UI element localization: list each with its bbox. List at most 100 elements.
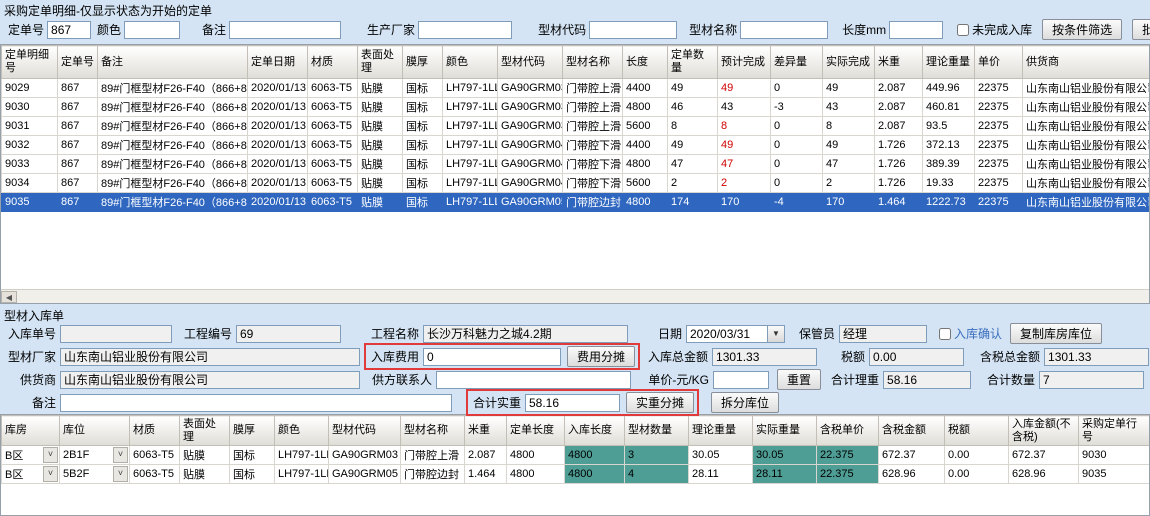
order-col-header-12[interactable]: 预计完成 <box>718 46 771 79</box>
grid-cell[interactable]: LH797-1LL0 <box>443 79 498 98</box>
dropdown-arrow-icon[interactable]: ˅ <box>43 466 58 482</box>
grid-cell[interactable]: 89#门框型材F26-F40（866+867） <box>98 117 248 136</box>
grid-cell[interactable]: 47 <box>718 155 771 174</box>
grid-cell[interactable]: 4400 <box>623 136 668 155</box>
grid-cell[interactable]: 贴膜 <box>180 465 230 484</box>
grid-cell[interactable]: LH797-1LL0 <box>443 174 498 193</box>
grid-cell[interactable]: 贴膜 <box>180 446 230 465</box>
inbound-no-input[interactable] <box>60 325 172 343</box>
inbound-col-header-9[interactable]: 定单长度 <box>507 416 565 446</box>
grid-cell[interactable]: 89#门框型材F26-F40（866+867） <box>98 174 248 193</box>
profile-maker-input[interactable] <box>60 348 360 366</box>
grid-cell[interactable]: 49 <box>718 79 771 98</box>
grid-cell[interactable]: 4800 <box>623 155 668 174</box>
grid-cell[interactable]: 门带腔上滑 <box>563 98 623 117</box>
order-col-header-5[interactable]: 表面处理 <box>358 46 403 79</box>
inbound-fee-input[interactable] <box>423 348 561 366</box>
order-row[interactable]: 903386789#门框型材F26-F40（866+867）2020/01/13… <box>2 155 1150 174</box>
dropdown-arrow-icon[interactable]: ˅ <box>113 466 128 482</box>
grid-cell[interactable]: 22375 <box>975 117 1023 136</box>
grid-cell[interactable]: 28.11 <box>753 465 817 484</box>
grid-cell[interactable]: 46 <box>668 98 718 117</box>
order-col-header-18[interactable]: 供货商 <box>1023 46 1150 79</box>
total-with-tax-input[interactable] <box>1044 348 1149 366</box>
grid-cell[interactable]: 3 <box>625 446 689 465</box>
grid-cell[interactable]: 22375 <box>975 79 1023 98</box>
grid-cell[interactable]: 山东南山铝业股份有限公司 <box>1023 155 1150 174</box>
grid-cell[interactable]: 8 <box>718 117 771 136</box>
dropdown-arrow-icon[interactable]: ˅ <box>43 447 58 463</box>
inbound-row[interactable]: B区˅5B2F˅6063-T5贴膜国标LH797-1LL0GA90GRM05门带… <box>2 465 1150 484</box>
order-col-header-1[interactable]: 定单号 <box>58 46 98 79</box>
grid-cell[interactable]: 9031 <box>2 117 58 136</box>
grid-cell[interactable]: 30.05 <box>753 446 817 465</box>
unit-price-input[interactable] <box>713 371 769 389</box>
inbound-confirm-checkbox[interactable] <box>939 328 951 340</box>
grid-cell[interactable]: 贴膜 <box>358 98 403 117</box>
grid-cell[interactable]: 672.37 <box>1009 446 1079 465</box>
grid-cell[interactable]: 贴膜 <box>358 79 403 98</box>
grid-cell[interactable]: 5B2F˅ <box>60 465 130 484</box>
grid-cell[interactable]: 2 <box>718 174 771 193</box>
grid-cell[interactable]: 贴膜 <box>358 174 403 193</box>
order-col-header-15[interactable]: 米重 <box>875 46 923 79</box>
grid-cell[interactable]: 门带腔下滑 <box>563 174 623 193</box>
grid-cell[interactable]: 2020/01/13 <box>248 117 308 136</box>
filter-maker-input[interactable] <box>418 21 512 39</box>
grid-cell[interactable]: 门带腔上滑 <box>401 446 465 465</box>
grid-cell[interactable]: B区˅ <box>2 465 60 484</box>
unfinished-inbound-checkbox[interactable] <box>957 24 969 36</box>
grid-cell[interactable]: 国标 <box>403 98 443 117</box>
grid-cell[interactable]: 2020/01/13 <box>248 155 308 174</box>
grid-cell[interactable]: 89#门框型材F26-F40（866+867） <box>98 155 248 174</box>
grid-cell[interactable]: 4800 <box>623 98 668 117</box>
total-qty-input[interactable] <box>1039 371 1144 389</box>
grid-cell[interactable]: 5600 <box>623 174 668 193</box>
inbound-col-header-8[interactable]: 米重 <box>465 416 507 446</box>
inbound-col-header-4[interactable]: 膜厚 <box>230 416 275 446</box>
inbound-col-header-7[interactable]: 型材名称 <box>401 416 465 446</box>
grid-cell[interactable]: 6063-T5 <box>130 465 180 484</box>
grid-cell[interactable]: 国标 <box>230 446 275 465</box>
split-location-button[interactable]: 拆分库位 <box>711 392 779 413</box>
grid-cell[interactable]: 174 <box>668 193 718 212</box>
order-col-header-8[interactable]: 型材代码 <box>498 46 563 79</box>
grid-cell[interactable]: 867 <box>58 136 98 155</box>
grid-cell[interactable]: 6063-T5 <box>308 79 358 98</box>
inbound-col-header-3[interactable]: 表面处理 <box>180 416 230 446</box>
grid-cell[interactable]: 9030 <box>2 98 58 117</box>
filter-length-input[interactable] <box>889 21 943 39</box>
grid-cell[interactable]: 628.96 <box>879 465 945 484</box>
filter-by-condition-button[interactable]: 按条件筛选 <box>1042 19 1122 40</box>
grid-cell[interactable]: 22375 <box>975 136 1023 155</box>
order-col-header-7[interactable]: 颜色 <box>443 46 498 79</box>
grid-cell[interactable]: LH797-1LL0 <box>443 117 498 136</box>
dropdown-arrow-icon[interactable]: ˅ <box>113 447 128 463</box>
grid-cell[interactable]: 449.96 <box>923 79 975 98</box>
project-name-input[interactable] <box>423 325 628 343</box>
grid-cell[interactable]: 4800 <box>565 446 625 465</box>
inbound-col-header-15[interactable]: 含税金额 <box>879 416 945 446</box>
scroll-left-arrow-icon[interactable]: ◀ <box>1 291 17 303</box>
grid-cell[interactable]: 30.05 <box>689 446 753 465</box>
grid-cell[interactable]: 1.726 <box>875 174 923 193</box>
grid-cell[interactable]: 2.087 <box>875 79 923 98</box>
grid-cell[interactable]: 49 <box>668 79 718 98</box>
order-col-header-16[interactable]: 理论重量 <box>923 46 975 79</box>
grid-cell[interactable]: 4800 <box>507 446 565 465</box>
filter-name-input[interactable] <box>740 21 828 39</box>
grid-cell[interactable]: 49 <box>823 79 875 98</box>
order-row[interactable]: 903486789#门框型材F26-F40（866+867）2020/01/13… <box>2 174 1150 193</box>
grid-cell[interactable]: -3 <box>771 98 823 117</box>
total-actual-weight-input[interactable] <box>525 394 620 412</box>
order-row[interactable]: 902986789#门框型材F26-F40（866+867）2020/01/13… <box>2 79 1150 98</box>
grid-cell[interactable]: 47 <box>668 155 718 174</box>
batch-inbound-button[interactable]: 批量入库 <box>1132 19 1150 40</box>
inbound-row[interactable]: B区˅2B1F˅6063-T5贴膜国标LH797-1LL0GA90GRM03门带… <box>2 446 1150 465</box>
inbound-total-input[interactable] <box>712 348 817 366</box>
grid-cell[interactable]: 867 <box>58 174 98 193</box>
grid-cell[interactable]: 89#门框型材F26-F40（866+867） <box>98 98 248 117</box>
grid-cell[interactable]: 2.087 <box>875 117 923 136</box>
order-col-header-14[interactable]: 实际完成 <box>823 46 875 79</box>
grid-cell[interactable]: 867 <box>58 117 98 136</box>
